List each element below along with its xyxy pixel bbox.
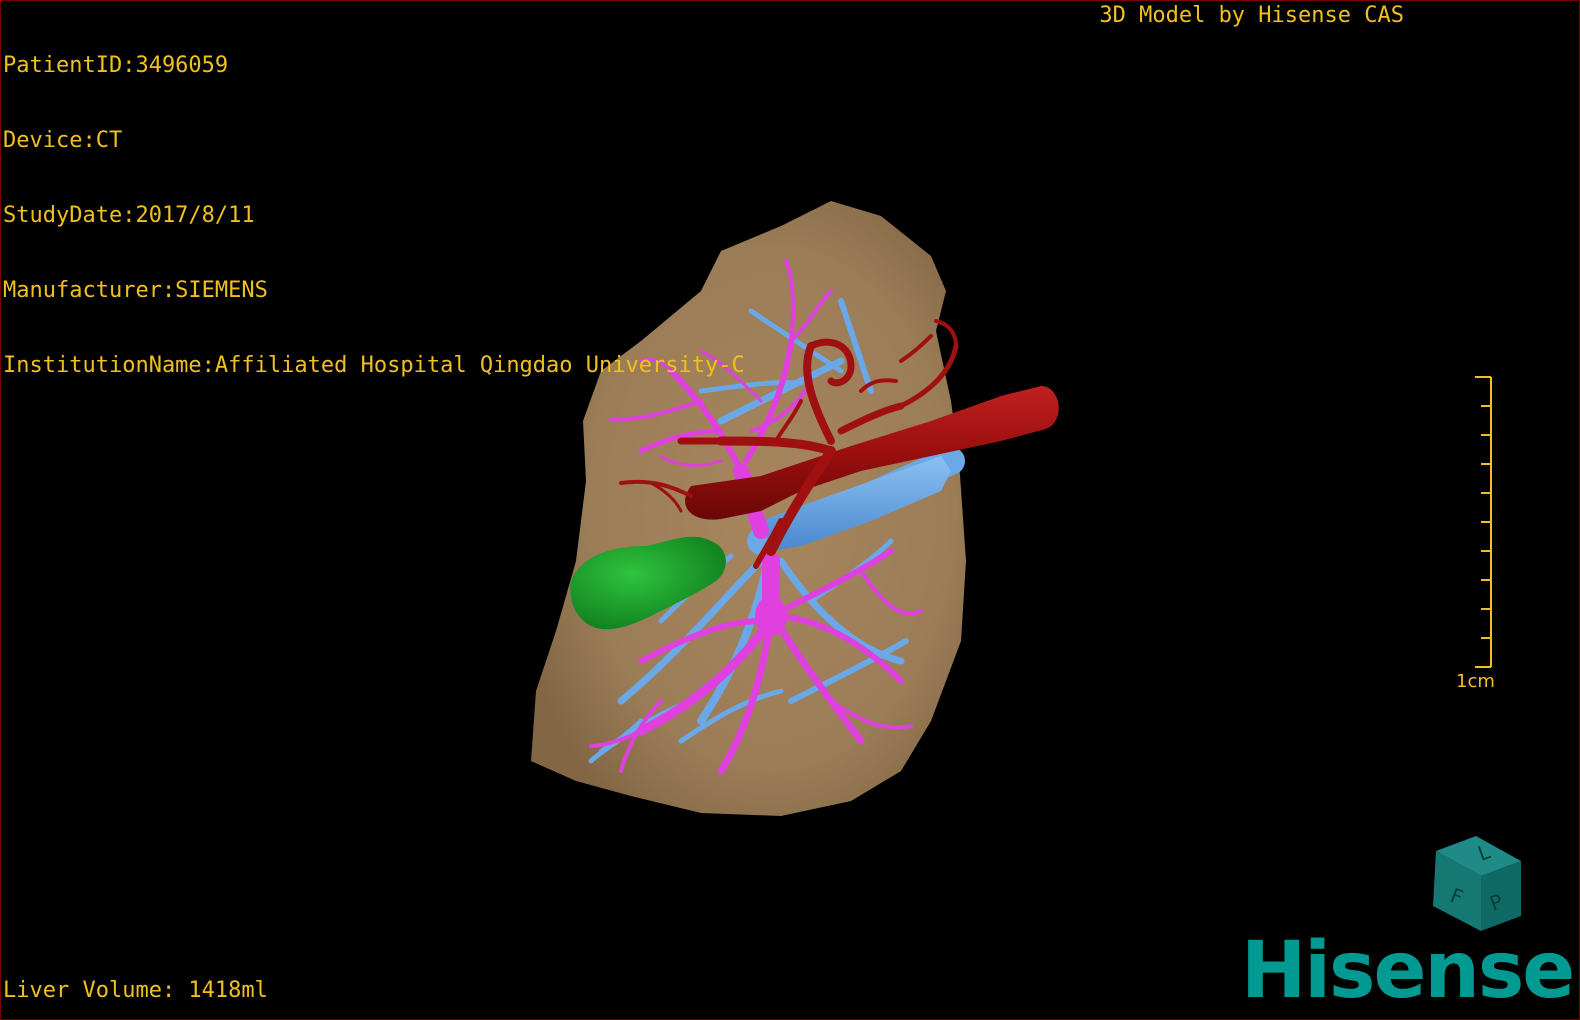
manufacturer-text: Manufacturer:SIEMENS (3, 278, 268, 303)
scale-bar (1475, 376, 1492, 668)
orientation-cube[interactable]: L F P (1421, 831, 1531, 941)
dicom-info-overlay: PatientID:3496059 Device:CT StudyDate:20… (3, 3, 745, 428)
hisense-logo: Hisense (1241, 926, 1575, 1016)
patient-id-text: PatientID:3496059 (3, 53, 229, 78)
liver-volume-text: Liver Volume: 1418ml (3, 978, 268, 1003)
hepatic-vein-hub (755, 596, 787, 636)
study-date-text: StudyDate:2017/8/11 (3, 203, 255, 228)
scale-label: 1cm (1456, 671, 1495, 692)
device-text: Device:CT (3, 128, 123, 153)
model-title: 3D Model by Hisense CAS (1099, 3, 1404, 28)
3d-viewport[interactable]: PatientID:3496059 Device:CT StudyDate:20… (0, 0, 1580, 1020)
institution-text: InstitutionName:Affiliated Hospital Qing… (3, 353, 745, 378)
